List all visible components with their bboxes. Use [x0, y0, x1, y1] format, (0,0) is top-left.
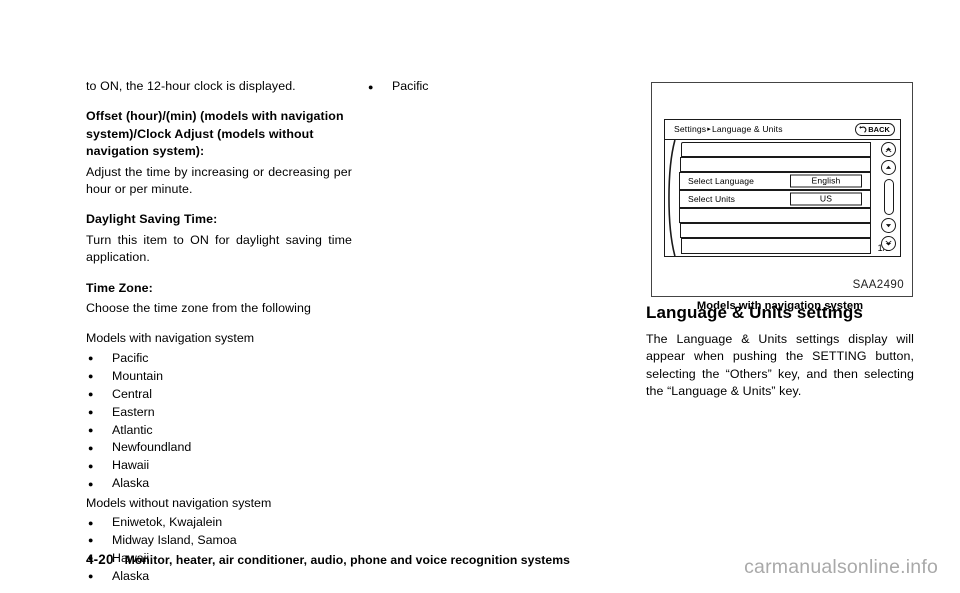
left-column: to ON, the 12-hour clock is displayed. O… [86, 78, 352, 586]
time-zone-heading: Time Zone: [86, 280, 153, 295]
nav-header-bar: Settings▸Language & Units BACK [665, 120, 900, 140]
select-language-value-box[interactable]: English [790, 174, 862, 188]
time-zone-list-continued: Pacific [366, 77, 632, 95]
list-item: Central [86, 385, 352, 403]
figure-nav-screen: Settings▸Language & Units BACK Select La… [651, 82, 913, 297]
time-zone-list-without-nav: Eniwetok, KwajaleinMidway Island, SamoaH… [86, 514, 352, 586]
back-button[interactable]: BACK [855, 123, 895, 136]
breadcrumb-root[interactable]: Settings [674, 124, 706, 134]
time-zone-paragraph: Choose the time zone from the following [86, 301, 311, 316]
daylight-saving-heading: Daylight Saving Time: [86, 212, 218, 227]
right-column: Language & Units settings The Language &… [646, 300, 914, 414]
scroll-page-down-button[interactable] [881, 236, 896, 251]
list-item: Eastern [86, 403, 352, 421]
models-with-nav-label: Models with navigation system [86, 331, 255, 346]
time-zone-list-with-nav: PacificMountainCentralEasternAtlanticNew… [86, 349, 352, 493]
intro-paragraph: to ON, the 12-hour clock is displayed. [86, 79, 296, 93]
list-item: Pacific [366, 77, 632, 95]
list-item: Hawaii [86, 457, 352, 475]
back-arrow-icon [858, 121, 867, 139]
nav-row-select-language[interactable]: Select Language English [679, 172, 871, 190]
list-item: Alaska [86, 567, 352, 585]
scrollbar-track[interactable] [883, 179, 894, 215]
select-language-value: English [811, 175, 841, 186]
list-item: Newfoundland [86, 439, 352, 457]
manual-page: to ON, the 12-hour clock is displayed. O… [0, 0, 960, 593]
select-units-label: Select Units [688, 194, 736, 204]
list-item: Eniwetok, Kwajalein [86, 514, 352, 532]
nav-row-empty-4[interactable] [680, 223, 871, 238]
middle-column: Pacific [366, 77, 632, 95]
list-item: Mountain [86, 367, 352, 385]
nav-row-empty-1[interactable] [681, 142, 871, 157]
figure-code: SAA2490 [852, 279, 904, 291]
select-units-value-box[interactable]: US [790, 192, 862, 206]
watermark: carmanualsonline.info [744, 556, 938, 578]
models-without-nav-label: Models without navigation system [86, 495, 272, 510]
select-language-label: Select Language [688, 176, 755, 186]
scroll-page-up-button[interactable] [881, 142, 896, 157]
nav-row-empty-3[interactable] [679, 208, 871, 223]
list-item: Pacific [86, 349, 352, 367]
nav-row-empty-5[interactable] [681, 238, 871, 254]
list-item: Alaska [86, 475, 352, 493]
select-units-value: US [819, 193, 833, 204]
language-units-paragraph: The Language & Units settings display wi… [646, 332, 914, 399]
scroll-up-button[interactable] [881, 160, 896, 175]
nav-row-empty-2[interactable] [680, 157, 871, 172]
offset-clock-paragraph: Adjust the time by increasing or decreas… [86, 164, 352, 197]
list-item: Atlantic [86, 421, 352, 439]
page-number: 4-20 [86, 552, 114, 567]
back-button-label: BACK [868, 124, 890, 134]
nav-row-select-units[interactable]: Select Units US [679, 190, 871, 208]
scroll-down-button[interactable] [881, 218, 896, 233]
nav-list-body: Select Language English Select Units US [665, 140, 900, 256]
offset-clock-heading: Offset (hour)/(min) (models with navigat… [86, 109, 344, 159]
page-footer: 4-20 Monitor, heater, air conditioner, a… [86, 552, 570, 567]
footer-chapter-title: Monitor, heater, air conditioner, audio,… [124, 553, 570, 567]
list-item: Midway Island, Samoa [86, 531, 352, 549]
navigation-display: Settings▸Language & Units BACK Select La… [664, 119, 901, 257]
daylight-saving-paragraph: Turn this item to ON for daylight saving… [86, 232, 352, 265]
breadcrumb-current: Language & Units [711, 124, 783, 134]
figure-caption: Models with navigation system [696, 300, 864, 312]
breadcrumb: Settings▸Language & Units [674, 124, 783, 134]
